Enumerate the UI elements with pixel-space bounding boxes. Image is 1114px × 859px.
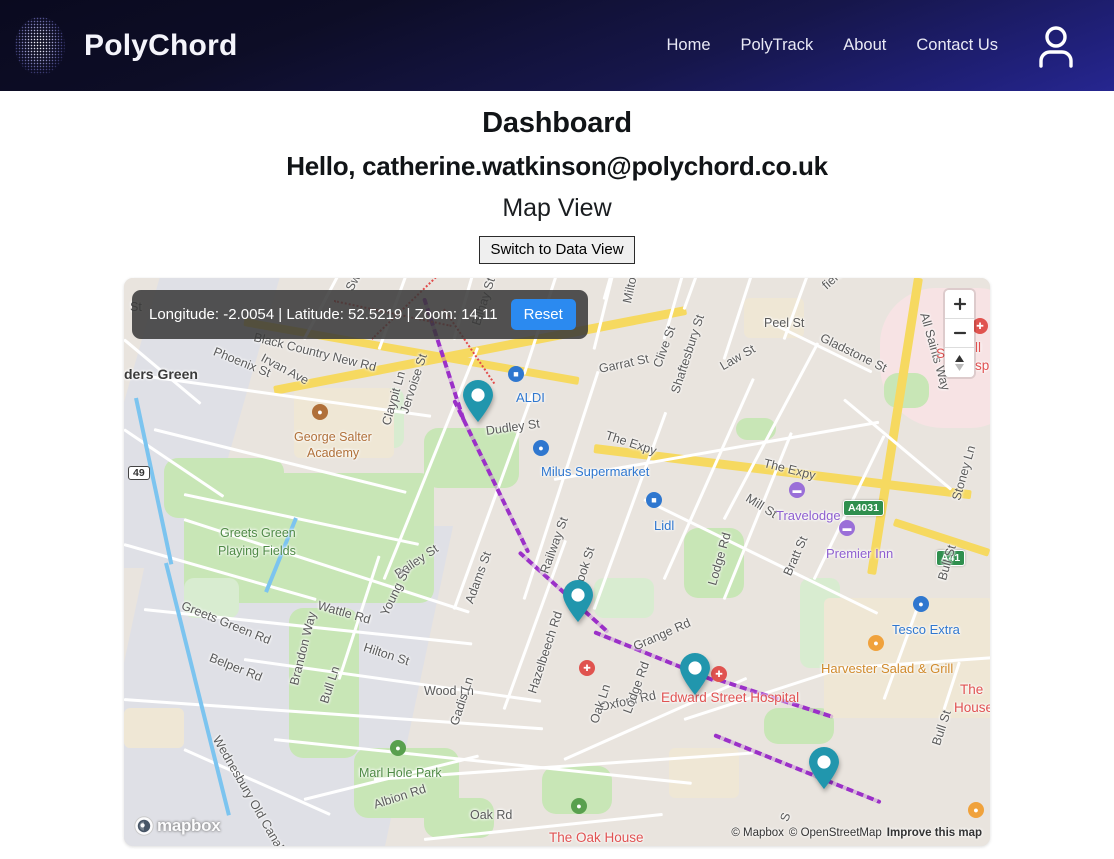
mapbox-logo[interactable]: mapbox bbox=[134, 816, 221, 836]
switch-to-data-view-button[interactable]: Switch to Data View bbox=[479, 236, 635, 265]
map-info-bar: Longitude: -2.0054 | Latitude: 52.5219 |… bbox=[132, 290, 588, 340]
map-controls bbox=[945, 290, 974, 378]
zoom-in-button[interactable] bbox=[945, 290, 974, 320]
brand[interactable]: PolyChord bbox=[14, 16, 237, 76]
halftone-sphere-logo-icon bbox=[14, 16, 66, 76]
map-marker-pin[interactable] bbox=[461, 379, 495, 423]
page-title: Dashboard bbox=[482, 107, 632, 139]
user-account-icon[interactable] bbox=[1028, 18, 1084, 74]
map-marker-pin[interactable] bbox=[678, 652, 712, 696]
nav-link-polytrack[interactable]: PolyTrack bbox=[741, 36, 814, 55]
nav-link-home[interactable]: Home bbox=[666, 36, 710, 55]
map-attribution: © Mapbox © OpenStreetMap Improve this ma… bbox=[731, 827, 982, 839]
nav-link-about[interactable]: About bbox=[843, 36, 886, 55]
user-greeting: Hello, catherine.watkinson@polychord.co.… bbox=[286, 151, 828, 181]
mapbox-wordmark: mapbox bbox=[157, 816, 221, 836]
attribution-osm[interactable]: © OpenStreetMap bbox=[789, 827, 882, 839]
map-canvas[interactable]: ■●■▬▬●●●●✚✚●●✚Swan LnMilton Stfield StPe… bbox=[124, 278, 990, 847]
main-content: Dashboard Hello, catherine.watkinson@pol… bbox=[0, 107, 1114, 847]
zoom-out-button[interactable] bbox=[945, 319, 974, 349]
map-green-area bbox=[684, 528, 744, 599]
improve-this-map-link[interactable]: Improve this map bbox=[887, 827, 982, 839]
map-label: A41 bbox=[936, 550, 966, 567]
map-container[interactable]: ■●■▬▬●●●●✚✚●●✚Swan LnMilton Stfield StPe… bbox=[124, 278, 990, 847]
map-marker-pin[interactable] bbox=[561, 579, 595, 623]
nav-link-contact-us[interactable]: Contact Us bbox=[916, 36, 998, 55]
main-navigation: Home PolyTrack About Contact Us bbox=[666, 36, 998, 55]
reset-map-button[interactable]: Reset bbox=[510, 299, 576, 331]
brand-name: PolyChord bbox=[84, 28, 238, 62]
map-marker-pin[interactable] bbox=[807, 746, 841, 790]
coordinates-readout: Longitude: -2.0054 | Latitude: 52.5219 |… bbox=[149, 306, 498, 324]
attribution-mapbox[interactable]: © Mapbox bbox=[731, 827, 784, 839]
map-building-block bbox=[124, 708, 184, 749]
map-label: 49 bbox=[128, 466, 150, 481]
view-title: Map View bbox=[502, 194, 612, 222]
compass-needle-icon[interactable] bbox=[945, 348, 974, 378]
map-label: A4031 bbox=[843, 500, 884, 517]
site-header: PolyChord Home PolyTrack About Contact U… bbox=[0, 0, 1114, 91]
